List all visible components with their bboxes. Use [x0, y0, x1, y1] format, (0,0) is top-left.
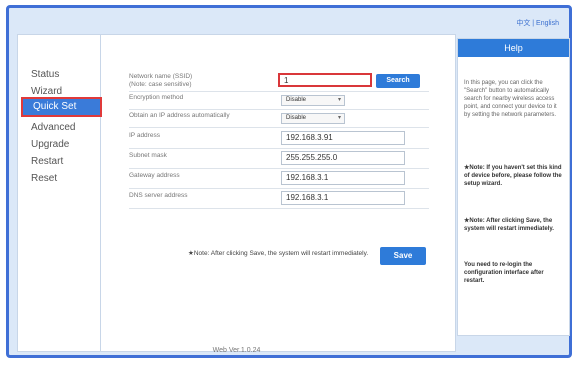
divider — [129, 127, 429, 128]
dns-label: DNS server address — [129, 192, 188, 199]
divider — [129, 109, 429, 110]
help-panel: Help In this page, you can click the "Se… — [457, 38, 570, 336]
restart-note: ★Note: After clicking Save, the system w… — [188, 250, 369, 257]
auto-ip-label: Obtain an IP address automatically — [129, 112, 230, 119]
ip-label: IP address — [129, 132, 160, 139]
help-note: ★Note: After clicking Save, the system w… — [464, 218, 554, 232]
divider — [129, 148, 429, 149]
gateway-input[interactable]: 192.168.3.1 — [281, 171, 405, 185]
sidebar-item-advanced[interactable]: Advanced — [31, 122, 75, 133]
version-text: Web Ver.1.0.24 — [212, 347, 261, 354]
subnet-label: Subnet mask — [129, 152, 167, 159]
main-panel: Status Wizard Quick Set Advanced Upgrade… — [17, 34, 456, 354]
language-switch[interactable]: 中文 | English — [516, 18, 559, 28]
sidebar-item-upgrade[interactable]: Upgrade — [31, 139, 69, 150]
dns-input[interactable]: 192.168.3.1 — [281, 191, 405, 205]
save-button[interactable]: Save — [380, 247, 426, 265]
sidebar: Status Wizard Quick Set Advanced Upgrade… — [18, 35, 102, 351]
help-title: Help — [458, 39, 569, 57]
ssid-input[interactable]: 1 — [278, 73, 372, 87]
sidebar-item-quick-set[interactable]: Quick Set — [21, 97, 102, 117]
auto-ip-select[interactable]: Disable ▾ — [281, 113, 345, 124]
chevron-down-icon: ▾ — [337, 97, 341, 103]
help-note: ★Note: If you haven't set this kind of d… — [464, 165, 562, 187]
app-window: 中文 | English Status Wizard Quick Set Adv… — [6, 5, 572, 358]
sidebar-item-wizard[interactable]: Wizard — [31, 86, 62, 97]
sidebar-item-status[interactable]: Status — [31, 69, 59, 80]
search-button[interactable]: Search — [376, 74, 420, 88]
sidebar-item-reset[interactable]: Reset — [31, 173, 57, 184]
ip-input[interactable]: 192.168.3.91 — [281, 131, 405, 145]
encryption-select[interactable]: Disable ▾ — [281, 95, 345, 106]
subnet-input[interactable]: 255.255.255.0 — [281, 151, 405, 165]
divider — [129, 188, 429, 189]
encryption-label: Encryption method — [129, 94, 184, 101]
gateway-label: Gateway address — [129, 172, 180, 179]
sidebar-item-restart[interactable]: Restart — [31, 156, 63, 167]
ssid-label: Network name (SSID) (Note: case sensitiv… — [129, 73, 193, 88]
divider — [129, 91, 429, 92]
help-paragraph: In this page, you can click the "Search"… — [464, 80, 557, 118]
chevron-down-icon: ▾ — [337, 115, 341, 121]
help-paragraph: You need to re-login the configuration i… — [464, 262, 544, 284]
divider — [129, 208, 429, 209]
divider — [129, 168, 429, 169]
